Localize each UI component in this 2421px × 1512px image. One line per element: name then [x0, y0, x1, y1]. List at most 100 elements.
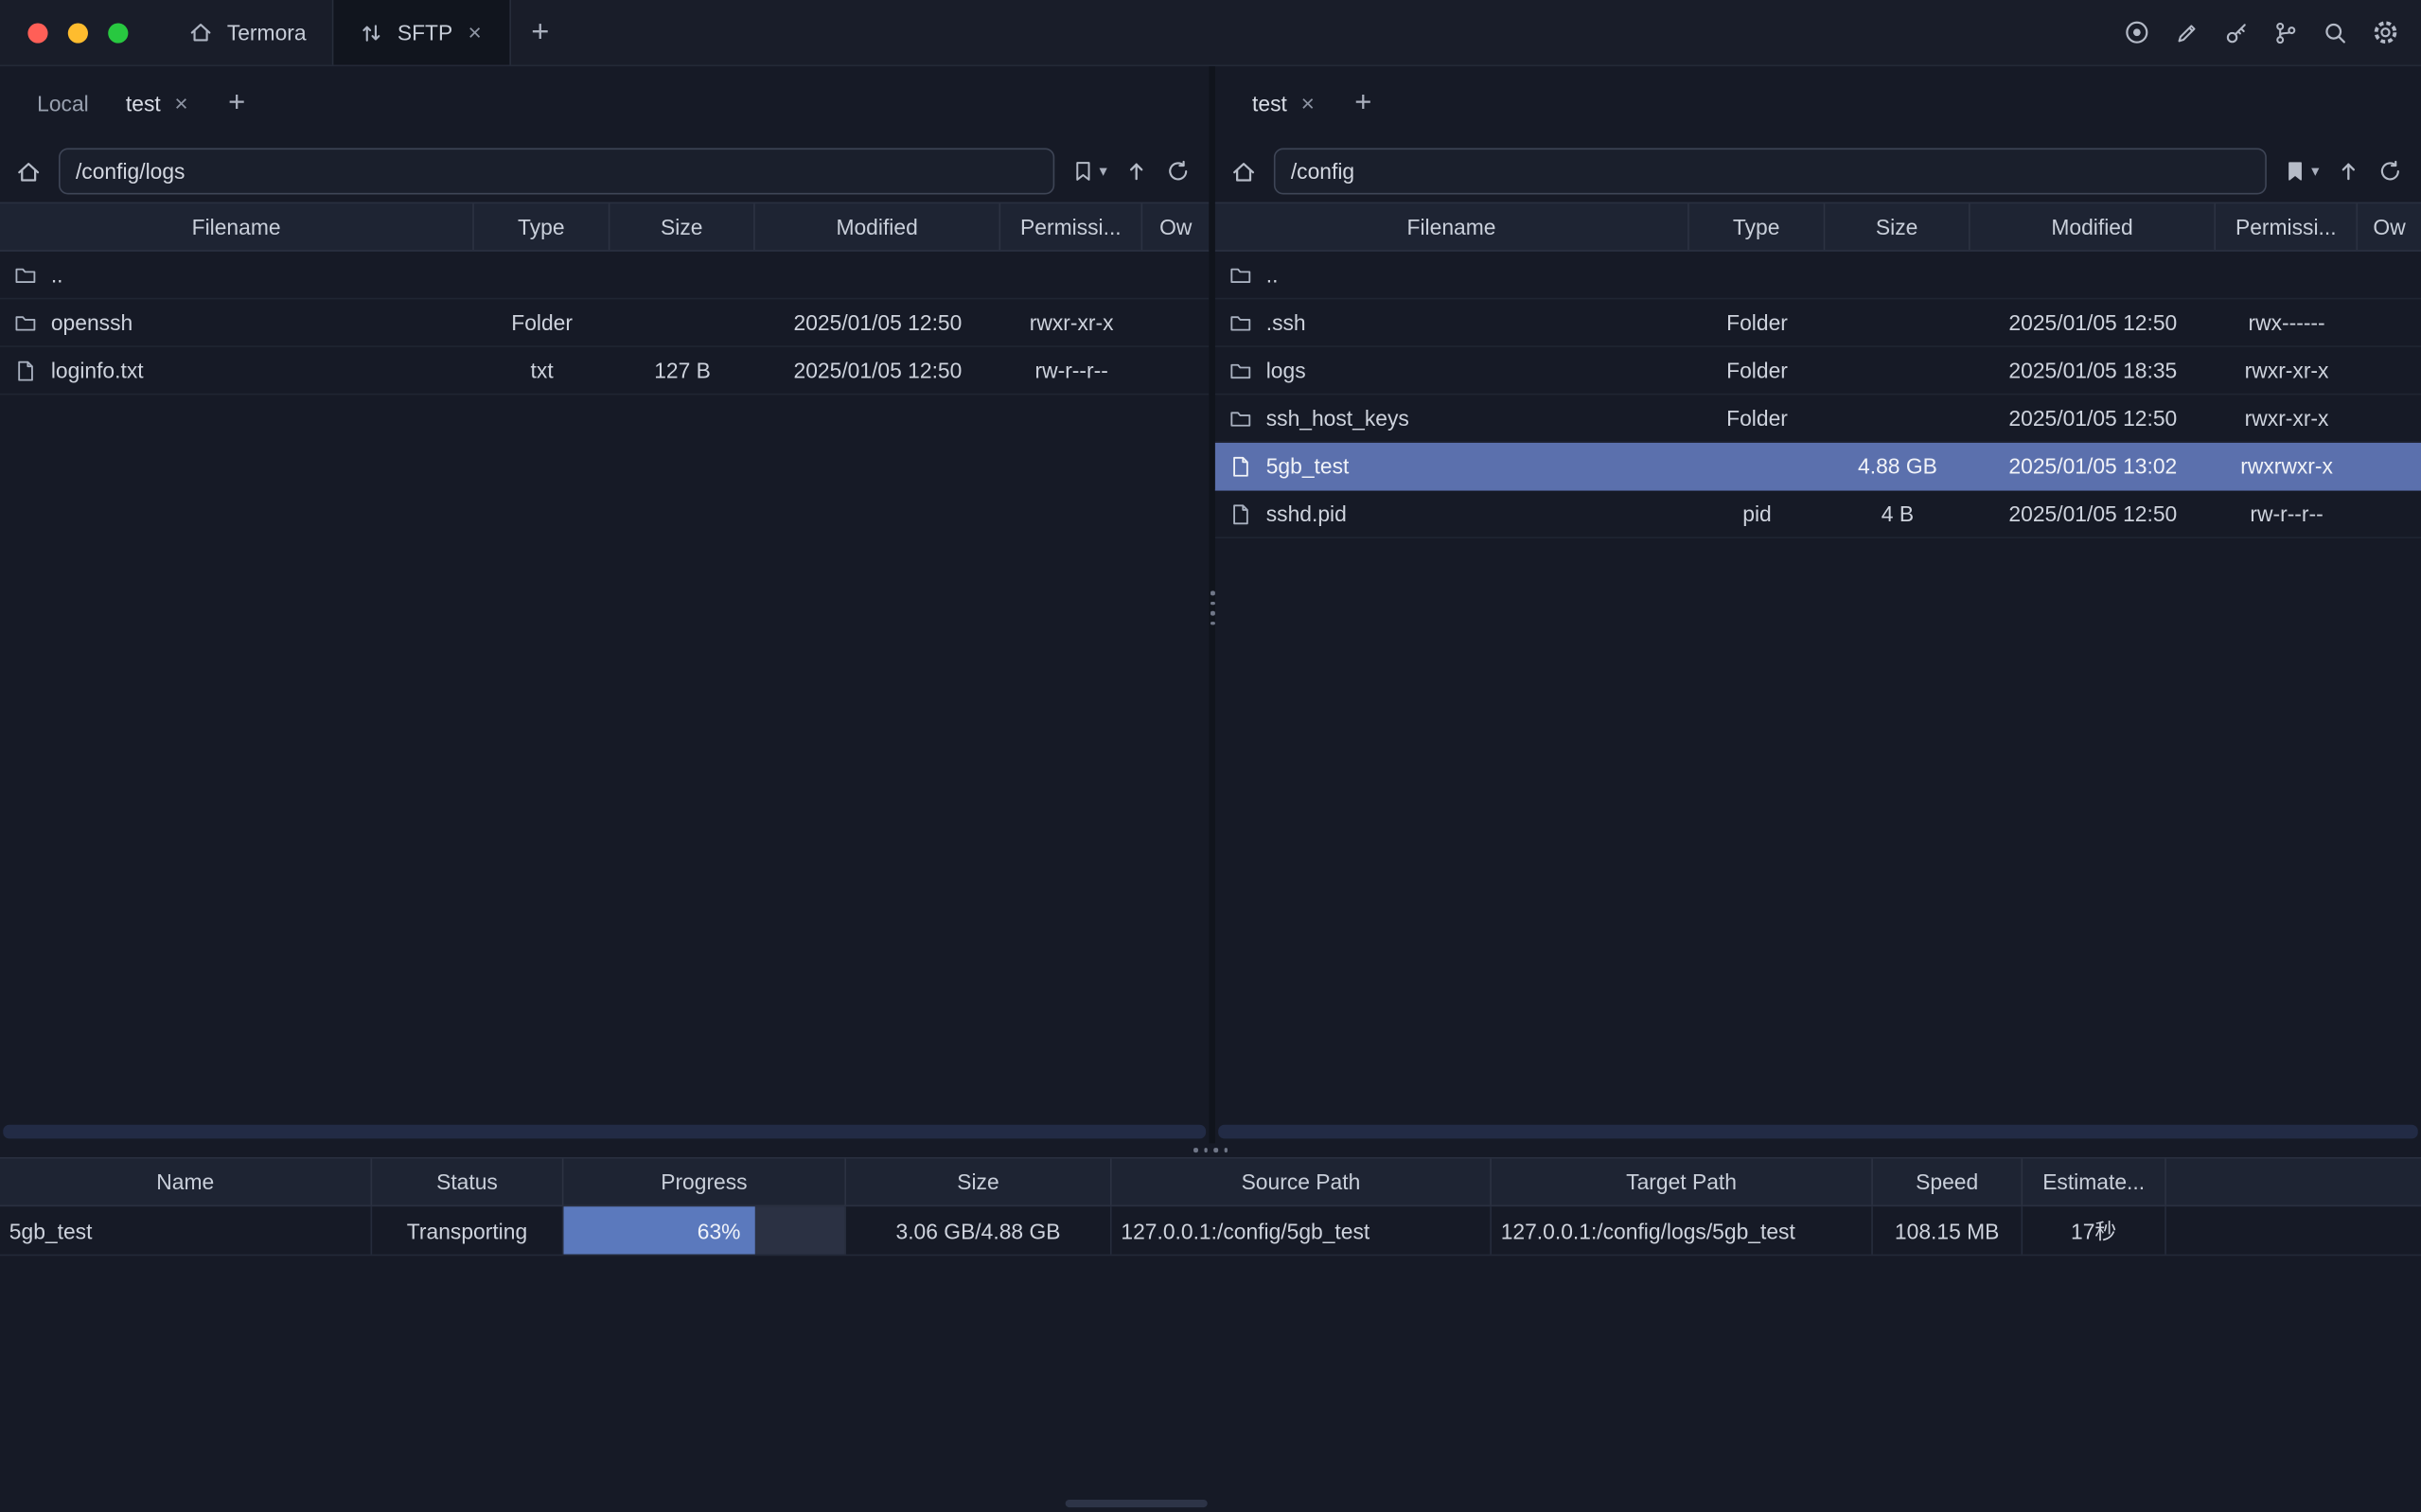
- column-speed: Speed: [1873, 1159, 2023, 1205]
- transfer-row[interactable]: 5gb_test Transporting 63% 3.06 GB/4.88 G…: [0, 1206, 2421, 1256]
- close-window-button[interactable]: [27, 23, 47, 43]
- new-pane-tab-button[interactable]: +: [206, 86, 267, 120]
- new-tab-button[interactable]: +: [511, 0, 570, 64]
- file-modified: [755, 252, 1000, 298]
- file-row[interactable]: .ssh Folder 2025/01/05 12:50 rwx------: [1215, 299, 2421, 347]
- search-icon[interactable]: [2323, 19, 2349, 45]
- tab-termora[interactable]: Termora: [162, 0, 332, 64]
- column-permissions[interactable]: Permissi...: [1000, 203, 1142, 250]
- file-row[interactable]: ..: [0, 252, 1209, 300]
- file-permissions: rwx------: [2216, 299, 2358, 345]
- file-row[interactable]: sshd.pid pid 4 B 2025/01/05 12:50 rw-r--…: [1215, 491, 2421, 539]
- edit-icon[interactable]: [2174, 19, 2200, 45]
- column-estimate: Estimate...: [2023, 1159, 2166, 1205]
- file-type: pid: [1689, 491, 1826, 537]
- file-icon: [14, 359, 37, 381]
- column-owner[interactable]: Ow: [2358, 203, 2421, 250]
- horizontal-scrollbar[interactable]: [1218, 1125, 2418, 1139]
- file-type: [1689, 252, 1826, 298]
- right-pathbar: ▾: [1215, 140, 2421, 202]
- file-type: Folder: [1689, 299, 1826, 345]
- tab-test[interactable]: test ×: [1233, 81, 1333, 125]
- column-size[interactable]: Size: [610, 203, 754, 250]
- column-filename[interactable]: Filename: [1215, 203, 1689, 250]
- file-row[interactable]: openssh Folder 2025/01/05 12:50 rwxr-xr-…: [0, 299, 1209, 347]
- column-spacer: [2166, 1159, 2421, 1205]
- column-type[interactable]: Type: [1689, 203, 1826, 250]
- close-icon[interactable]: ×: [467, 21, 484, 44]
- file-row[interactable]: logs Folder 2025/01/05 18:35 rwxr-xr-x: [1215, 347, 2421, 396]
- transfer-arrows-icon: [361, 21, 383, 44]
- folder-icon: [1229, 407, 1252, 430]
- file-name: ..: [1266, 262, 1279, 287]
- file-size: [1825, 299, 1970, 345]
- file-size: [1825, 347, 1970, 394]
- column-permissions[interactable]: Permissi...: [2216, 203, 2358, 250]
- tab-test[interactable]: test ×: [107, 81, 206, 125]
- close-icon[interactable]: ×: [174, 92, 187, 114]
- column-modified[interactable]: Modified: [1970, 203, 2216, 250]
- sftp-panes: Local test × + ▾: [0, 66, 2421, 1143]
- bookmark-icon[interactable]: [1071, 159, 1094, 184]
- column-size[interactable]: Size: [1825, 203, 1970, 250]
- new-pane-tab-button[interactable]: +: [1333, 86, 1393, 120]
- file-row[interactable]: loginfo.txt txt 127 B 2025/01/05 12:50 r…: [0, 347, 1209, 396]
- transfer-name: 5gb_test: [0, 1206, 372, 1255]
- tab-sftp[interactable]: SFTP ×: [332, 0, 511, 64]
- remote-pane: test × + ▾: [1215, 66, 2421, 1143]
- titlebar-toolbar: [2123, 0, 2421, 64]
- refresh-icon[interactable]: [2377, 159, 2402, 184]
- close-icon[interactable]: ×: [1301, 92, 1315, 114]
- bookmark-group: ▾: [1071, 159, 1107, 184]
- bookmark-filled-icon[interactable]: [2284, 159, 2306, 184]
- minimize-window-button[interactable]: [68, 23, 88, 43]
- column-filename[interactable]: Filename: [0, 203, 474, 250]
- file-modified: [1970, 252, 2216, 298]
- parent-directory-icon[interactable]: [1124, 159, 1149, 184]
- refresh-icon[interactable]: [1166, 159, 1191, 184]
- right-pane-tabs: test × +: [1215, 66, 2421, 140]
- zoom-window-button[interactable]: [108, 23, 128, 43]
- gear-icon[interactable]: [2372, 19, 2399, 46]
- folder-icon: [1229, 359, 1252, 381]
- file-type: Folder: [1689, 347, 1826, 394]
- column-modified[interactable]: Modified: [755, 203, 1000, 250]
- home-icon[interactable]: [15, 158, 42, 185]
- home-icon[interactable]: [1230, 158, 1257, 185]
- folder-icon: [14, 263, 37, 286]
- left-pane-tabs: Local test × +: [0, 66, 1209, 140]
- key-icon[interactable]: [2223, 19, 2250, 45]
- file-row-selected[interactable]: 5gb_test 4.88 GB 2025/01/05 13:02 rwxrwx…: [1215, 443, 2421, 491]
- parent-directory-icon[interactable]: [2336, 159, 2360, 184]
- file-row[interactable]: ..: [1215, 252, 2421, 300]
- column-size: Size: [846, 1159, 1112, 1205]
- file-type: Folder: [474, 299, 610, 345]
- column-status: Status: [372, 1159, 563, 1205]
- bottom-scrollbar-thumb[interactable]: [1066, 1500, 1208, 1507]
- column-type[interactable]: Type: [474, 203, 610, 250]
- branch-icon[interactable]: [2272, 19, 2299, 45]
- file-type: txt: [474, 347, 610, 394]
- record-icon[interactable]: [2123, 19, 2150, 46]
- tab-local[interactable]: Local: [19, 81, 108, 125]
- local-pane: Local test × + ▾: [0, 66, 1209, 1143]
- path-input[interactable]: [59, 149, 1054, 195]
- chevron-down-icon[interactable]: ▾: [1099, 163, 1106, 180]
- file-name: ssh_host_keys: [1266, 406, 1409, 431]
- folder-icon: [1229, 263, 1252, 286]
- splitter-grip-icon: [1210, 591, 1214, 625]
- file-modified: 2025/01/05 18:35: [1970, 347, 2216, 394]
- column-owner[interactable]: Ow: [1142, 203, 1209, 250]
- file-modified: 2025/01/05 12:50: [755, 299, 1000, 345]
- horizontal-splitter[interactable]: [0, 1143, 2421, 1157]
- file-type: [474, 252, 610, 298]
- file-icon: [1229, 502, 1252, 525]
- file-row[interactable]: ssh_host_keys Folder 2025/01/05 12:50 rw…: [1215, 395, 2421, 443]
- tab-label: test: [1252, 91, 1287, 115]
- chevron-down-icon[interactable]: ▾: [2311, 163, 2319, 180]
- left-table-header: Filename Type Size Modified Permissi... …: [0, 202, 1209, 252]
- path-input[interactable]: [1274, 149, 2267, 195]
- file-name: sshd.pid: [1266, 501, 1347, 526]
- folder-icon: [1229, 311, 1252, 334]
- horizontal-scrollbar[interactable]: [3, 1125, 1206, 1139]
